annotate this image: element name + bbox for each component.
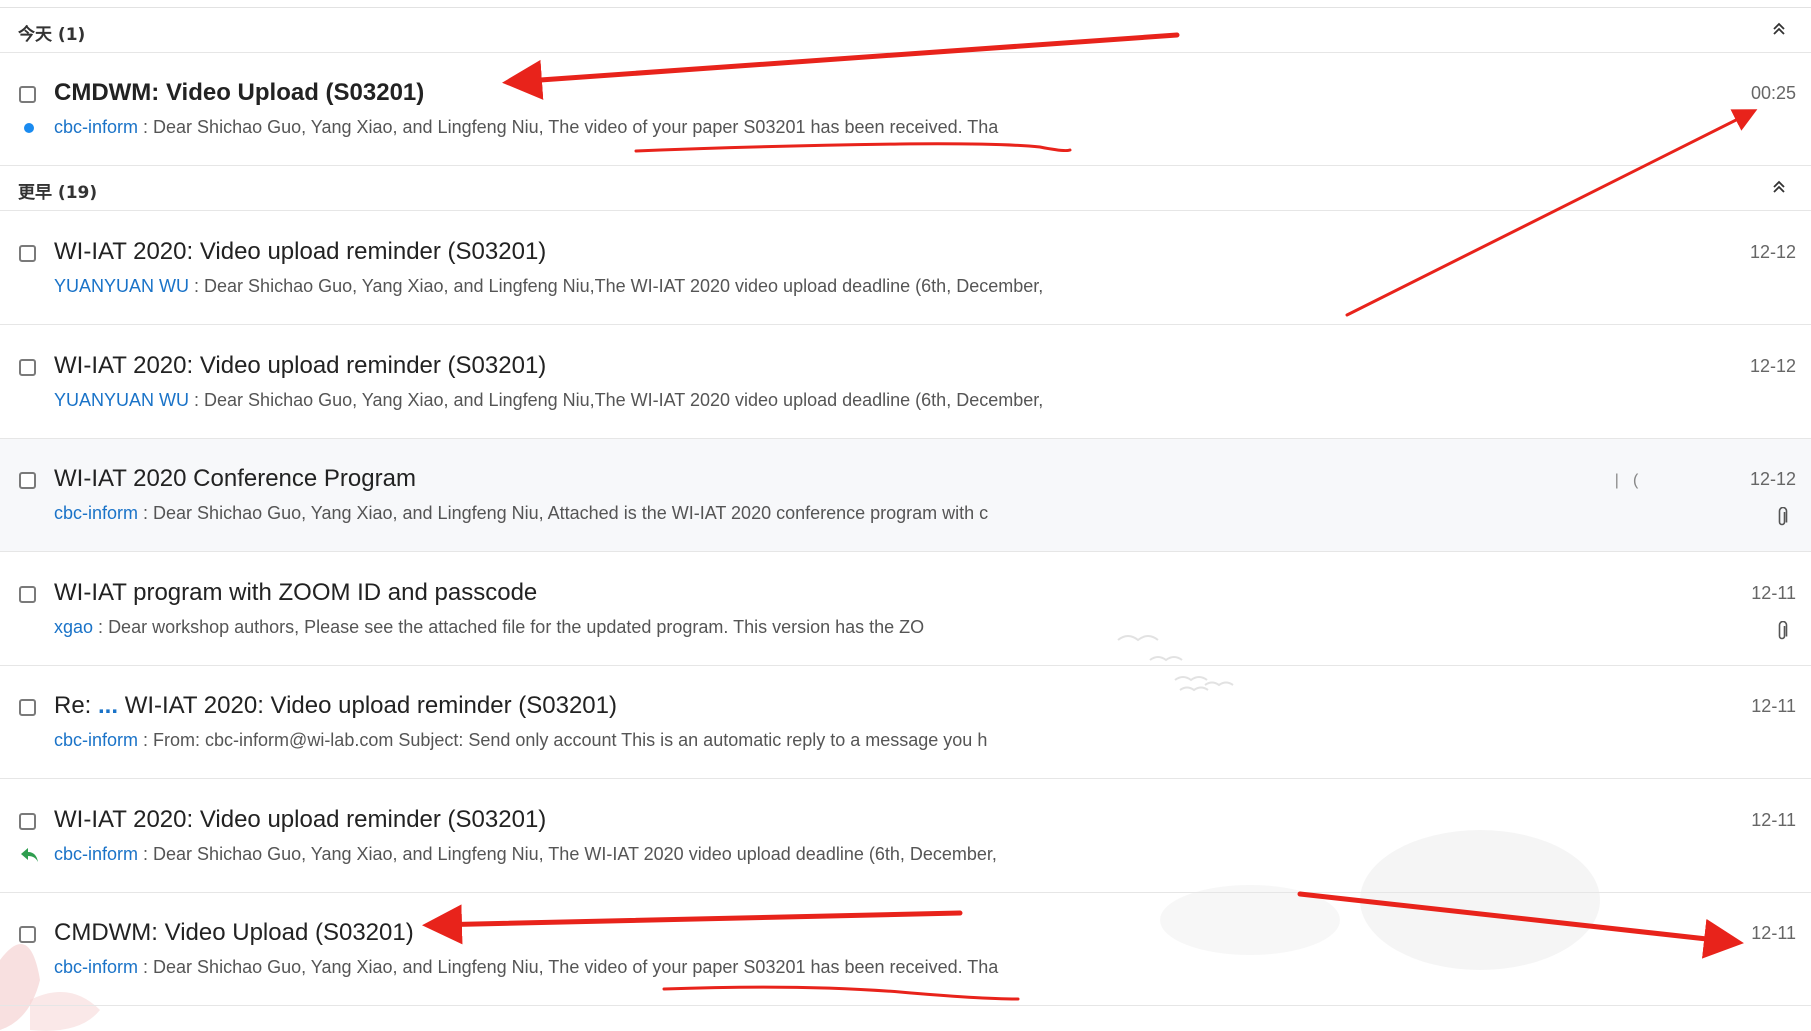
mail-checkbox[interactable] <box>19 586 36 603</box>
mail-sender[interactable]: cbc-inform <box>54 844 138 864</box>
mail-preview: xgao : Dear workshop authors, Please see… <box>54 617 925 637</box>
mail-checkbox[interactable] <box>19 359 36 376</box>
mail-row[interactable]: WI-IAT 2020 Conference Program | ( 12-12… <box>0 439 1811 552</box>
mail-time: 12-11 <box>1751 696 1796 716</box>
mail-subject: WI-IAT program with ZOOM ID and passcode <box>54 579 538 606</box>
text-cursor: | ( <box>1612 472 1641 490</box>
mail-row[interactable]: WI-IAT program with ZOOM ID and passcode… <box>0 553 1811 666</box>
mail-subject: CMDWM: Video Upload (S03201) <box>54 79 425 106</box>
mail-time: 00:25 <box>1750 83 1796 103</box>
mail-time: 12-12 <box>1749 469 1796 489</box>
unread-dot-icon <box>24 123 34 133</box>
group-header-today[interactable]: 今天 (1) <box>0 8 1811 53</box>
mail-preview: cbc-inform : Dear Shichao Guo, Yang Xiao… <box>54 844 997 864</box>
mail-sender[interactable]: xgao <box>54 617 93 637</box>
thread-expand-ellipsis[interactable]: ... <box>98 692 118 719</box>
mail-sender[interactable]: cbc-inform <box>54 730 138 750</box>
mail-checkbox[interactable] <box>19 926 36 943</box>
mail-preview: cbc-inform : Dear Shichao Guo, Yang Xiao… <box>54 503 989 523</box>
mail-preview: cbc-inform : From: cbc-inform@wi-lab.com… <box>54 730 988 750</box>
mail-sender[interactable]: cbc-inform <box>54 503 138 523</box>
group-title: 今天 (1) <box>18 25 86 45</box>
mail-row[interactable]: Re: ... WI-IAT 2020: Video upload remind… <box>0 666 1811 779</box>
collapse-icon[interactable] <box>1769 176 1789 196</box>
mail-checkbox[interactable] <box>19 813 36 830</box>
paperclip-icon <box>1775 506 1789 529</box>
mail-time: 12-12 <box>1749 242 1796 262</box>
mail-subject: WI-IAT 2020: Video upload reminder (S032… <box>54 238 547 265</box>
mail-checkbox[interactable] <box>19 472 36 489</box>
mail-subject: WI-IAT 2020: Video upload reminder (S032… <box>54 352 547 379</box>
mail-subject: WI-IAT 2020: Video upload reminder (S032… <box>54 806 547 833</box>
mail-preview: YUANYUAN WU : Dear Shichao Guo, Yang Xia… <box>54 276 1044 296</box>
mail-time: 12-11 <box>1751 923 1796 943</box>
mail-time: 12-11 <box>1751 810 1796 830</box>
mail-subject: Re: ... WI-IAT 2020: Video upload remind… <box>54 692 617 719</box>
mail-subject: WI-IAT 2020 Conference Program <box>54 465 416 492</box>
mail-sender[interactable]: YUANYUAN WU <box>54 276 189 296</box>
replied-arrow-icon <box>20 846 40 864</box>
mail-row[interactable]: CMDWM: Video Upload (S03201) 00:25 cbc-i… <box>0 53 1811 166</box>
mail-preview: cbc-inform : Dear Shichao Guo, Yang Xiao… <box>54 117 999 137</box>
mail-row[interactable]: WI-IAT 2020: Video upload reminder (S032… <box>0 780 1811 893</box>
mail-time: 12-11 <box>1751 583 1796 603</box>
mail-sender[interactable]: cbc-inform <box>54 117 138 137</box>
mail-checkbox[interactable] <box>19 86 36 103</box>
group-header-earlier[interactable]: 更早 (19) <box>0 166 1811 211</box>
mail-sender[interactable]: YUANYUAN WU <box>54 390 189 410</box>
mail-preview: cbc-inform : Dear Shichao Guo, Yang Xiao… <box>54 957 999 977</box>
mail-checkbox[interactable] <box>19 245 36 262</box>
mail-checkbox[interactable] <box>19 699 36 716</box>
mail-preview: YUANYUAN WU : Dear Shichao Guo, Yang Xia… <box>54 390 1044 410</box>
mail-row[interactable]: WI-IAT 2020: Video upload reminder (S032… <box>0 326 1811 439</box>
mail-sender[interactable]: cbc-inform <box>54 957 138 977</box>
mail-list: 今天 (1) CMDWM: Video Upload (S03201) 00:2… <box>0 0 1811 1031</box>
mail-time: 12-12 <box>1749 356 1796 376</box>
mail-row[interactable]: CMDWM: Video Upload (S03201) 12-11 cbc-i… <box>0 893 1811 1006</box>
group-title: 更早 (19) <box>18 183 98 203</box>
mail-subject: CMDWM: Video Upload (S03201) <box>54 919 414 946</box>
mail-row[interactable]: WI-IAT 2020: Video upload reminder (S032… <box>0 212 1811 325</box>
paperclip-icon <box>1775 620 1789 643</box>
collapse-icon[interactable] <box>1769 18 1789 38</box>
